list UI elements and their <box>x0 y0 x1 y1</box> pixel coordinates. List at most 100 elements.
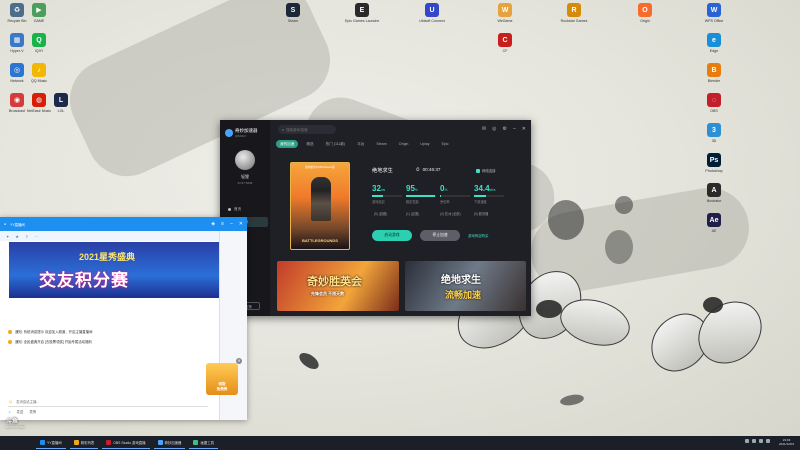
promo-coupon[interactable]: ✕ 领取 免费券 <box>206 358 242 395</box>
desktop-icon[interactable]: W WeGame <box>488 3 522 23</box>
timer-value: 00:46:37 <box>422 167 441 172</box>
desktop-icon[interactable]: ♪ QQ Music <box>22 63 56 83</box>
close-icon[interactable]: ✕ <box>522 126 526 132</box>
stat-latency: 32ms 游戏延迟 <box>372 184 408 204</box>
desktop-icon-label: Epic Games Launcher <box>345 19 379 23</box>
close-icon[interactable]: ✕ <box>239 221 243 227</box>
gift-icon[interactable]: ✦ <box>6 234 9 239</box>
desktop-icon[interactable]: R Rockstar Games <box>557 3 591 23</box>
stat-download: 34.4kb/s 下载速度 <box>474 184 510 204</box>
stop-accel-button[interactable]: 停止加速 <box>420 230 460 241</box>
taskbar-clock[interactable]: 23:03 2021/12/03 <box>779 438 794 446</box>
tray-icon[interactable] <box>752 439 756 443</box>
option-route[interactable]: (5) (线路) <box>374 211 387 216</box>
app-icon: S <box>286 3 300 17</box>
emoji-icon[interactable]: ☺ <box>8 399 13 405</box>
lotus-pod <box>703 297 723 313</box>
desktop-icon[interactable]: S Steam <box>276 3 310 23</box>
close-icon[interactable]: ✕ <box>236 358 242 364</box>
douyu-watermark: 斗鱼 DOUYU.COM <box>6 416 25 429</box>
app-icon <box>73 440 79 445</box>
minimize-icon[interactable]: – <box>230 221 233 227</box>
voice-icon[interactable]: ♫ <box>8 410 11 414</box>
clock-icon: ⏱ <box>416 167 420 172</box>
taskbar: YY直播间 精彩列表 OBS Studio 游戏直播 奇妙加速器 画图工具 23… <box>0 436 800 450</box>
stat-bar-fill <box>440 195 441 197</box>
tab-hot[interactable]: 热门 (111款) <box>322 140 350 148</box>
desktop-icon[interactable]: A Illustrator <box>697 183 731 203</box>
desktop-icon[interactable]: 3 3D <box>697 123 731 143</box>
home-icon <box>228 207 231 211</box>
desktop-icon[interactable]: e Edge <box>697 33 731 53</box>
net-mode[interactable]: 网络连接 <box>476 168 496 173</box>
menu-icon[interactable]: ≡ <box>221 221 224 227</box>
skin-icon[interactable]: ◈ <box>211 221 215 227</box>
star-icon[interactable]: ★ <box>15 234 19 239</box>
tab-featured[interactable]: 精选 <box>302 140 317 148</box>
more-icon[interactable]: ⋯ <box>34 234 38 239</box>
promo-banner-pubg[interactable]: 绝地求生 流畅加速 <box>405 261 526 311</box>
app-icon: Ae <box>707 213 721 227</box>
search-input[interactable] <box>286 127 335 132</box>
desktop-icon[interactable]: ◌ OBS <box>697 93 731 113</box>
desktop-icon[interactable]: ▶ GAME <box>22 3 56 23</box>
taskbar-item[interactable]: 精彩列表 <box>69 437 99 449</box>
store-link[interactable]: 游戏商店购买 <box>468 233 488 238</box>
list-item: 通知: 系统消息提示 欢迎加入频道，开启主播直播间 <box>8 329 228 334</box>
app-icon: W <box>707 3 721 17</box>
window-controls: ✉ ◎ ⚙ – ✕ <box>482 126 526 132</box>
app-icon: ◌ <box>707 93 721 107</box>
settings-icon[interactable]: ⚙ <box>503 126 507 132</box>
tab-origin[interactable]: Origin <box>395 140 413 148</box>
skin-icon[interactable]: ◎ <box>492 126 496 132</box>
footer-emoji[interactable]: 表情 <box>29 409 36 414</box>
tab-epic[interactable]: Epic <box>438 140 453 148</box>
avatar[interactable] <box>235 150 255 170</box>
stat-value: 34.4 <box>474 184 490 193</box>
promo-banner-vip[interactable]: 奇妙胜英会 先锋会员 不限天数 <box>277 261 399 311</box>
tab-uplay[interactable]: Uplay <box>416 140 433 148</box>
desktop-icon[interactable]: U Ubisoft Connect <box>415 3 449 23</box>
desktop-icon[interactable]: O Origin <box>628 3 662 23</box>
app-icon <box>193 440 199 445</box>
launch-game-button[interactable]: 启动游戏 <box>372 230 412 241</box>
notice-icon <box>8 339 12 344</box>
desktop-icon[interactable]: Ae AE <box>697 213 731 233</box>
desktop-icon[interactable]: E Epic Games Launcher <box>345 3 379 23</box>
stat-unit: % <box>414 188 418 192</box>
network-icon[interactable] <box>766 439 770 443</box>
option-area[interactable]: (4) 亚洲 (全部) <box>440 211 461 216</box>
footer-send[interactable]: 发送 <box>17 409 24 414</box>
event-banner[interactable]: 2021星秀盛典 交友积分赛 <box>9 242 219 298</box>
desktop-icon[interactable]: W WPS Office <box>697 3 731 23</box>
desktop-icon[interactable]: Ps Photoshop <box>697 153 731 173</box>
desktop-icon-label: 3D <box>711 139 717 143</box>
game-cover[interactable]: 绝地求生(PUBG)Steam版 BATTLEGROUNDS <box>290 162 350 250</box>
search-box[interactable]: ⌕ <box>278 125 336 134</box>
volume-icon[interactable] <box>759 439 763 443</box>
chat-input[interactable] <box>16 399 177 404</box>
desktop-icon[interactable]: QiQIYI <box>22 33 56 53</box>
stat-unit: ms <box>380 188 386 192</box>
minimize-icon[interactable]: – <box>513 126 516 132</box>
desktop-icon[interactable]: C CF <box>488 33 522 53</box>
chat-toolbar: ✦ ★ ⇪ ⋯ <box>0 231 219 241</box>
tab-platform[interactable]: 平台 <box>353 140 368 148</box>
option-server[interactable]: (5) 服务器 <box>474 211 488 216</box>
share-icon[interactable]: ⇪ <box>25 234 28 239</box>
taskbar-item[interactable]: OBS Studio 游戏直播 <box>102 437 150 449</box>
stat-bar <box>406 195 436 197</box>
tab-steam[interactable]: Steam <box>372 140 390 148</box>
tray-icon[interactable] <box>745 439 749 443</box>
nav-item-home[interactable]: 首页 <box>224 204 268 214</box>
option-region[interactable]: (1) (区服) <box>406 211 419 216</box>
app-icon: R <box>567 3 581 17</box>
tab-my-accel[interactable]: 我的加速 <box>276 140 299 148</box>
taskbar-item[interactable]: YY直播间 <box>36 437 66 449</box>
desktop-icon[interactable]: B Blender <box>697 63 731 83</box>
taskbar-item[interactable]: 奇妙加速器 <box>153 437 186 449</box>
desktop-icon[interactable]: L LOL <box>44 93 78 113</box>
chat-footer: ♫ 发送 表情 <box>8 409 36 415</box>
message-icon[interactable]: ✉ <box>482 126 486 132</box>
taskbar-item[interactable]: 画图工具 <box>189 437 219 449</box>
